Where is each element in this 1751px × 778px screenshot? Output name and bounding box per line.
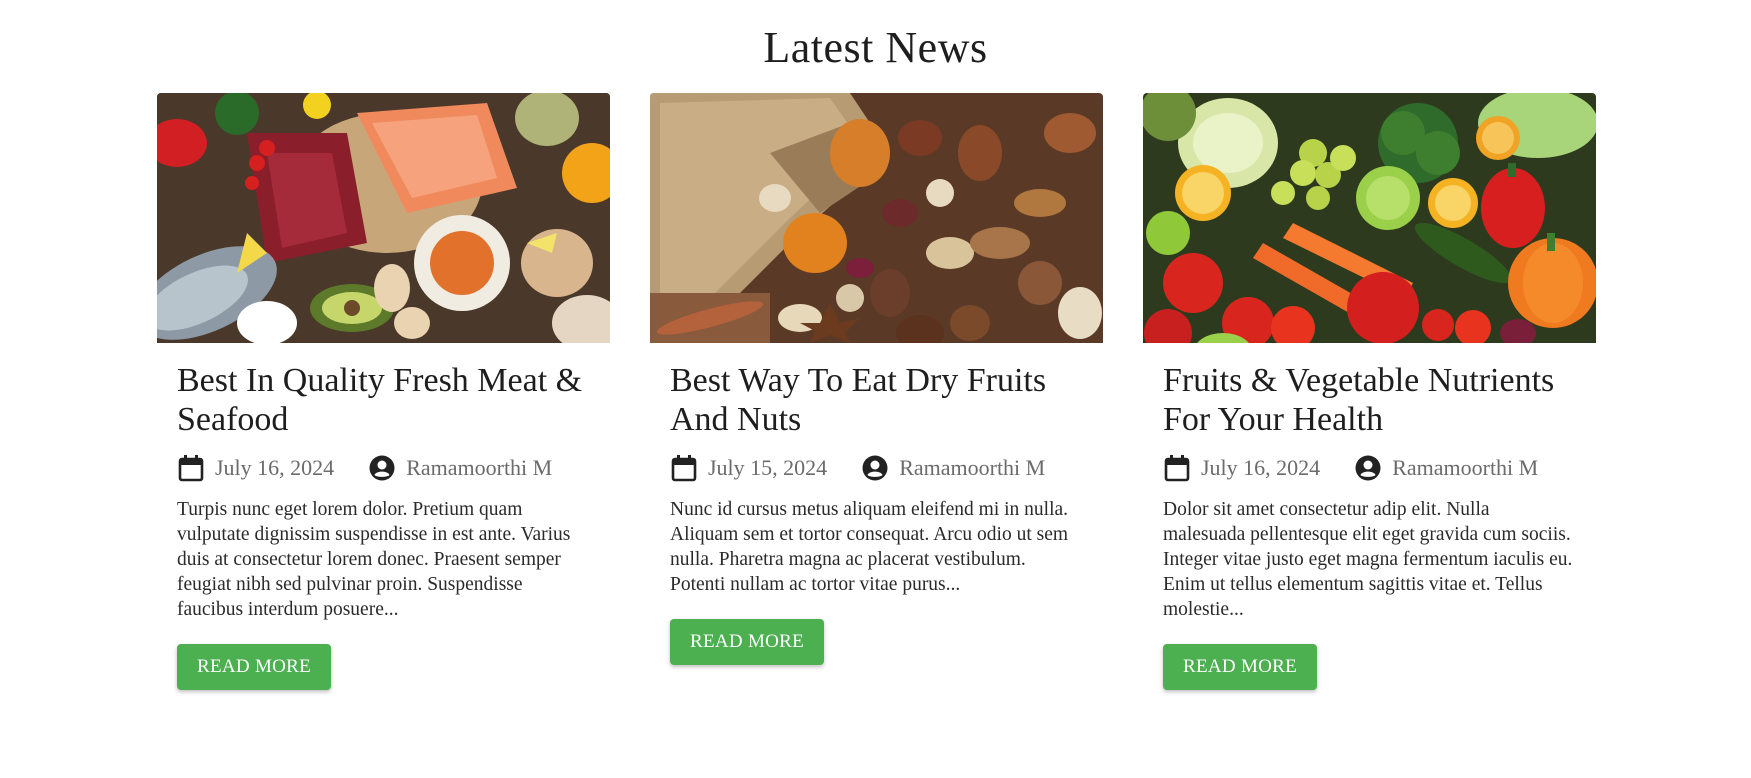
news-card-date: July 16, 2024 xyxy=(1201,455,1321,480)
news-card-title[interactable]: Fruits & Vegetable Nutrients For Your He… xyxy=(1163,361,1576,439)
news-card: Best In Quality Fresh Meat & Seafood Jul… xyxy=(157,93,610,690)
calendar-icon xyxy=(670,454,698,482)
news-card-meta: July 16, 2024 Ramamoorthi M xyxy=(1163,453,1576,483)
dry-fruits-nuts-photo xyxy=(650,93,1103,343)
meat-seafood-photo xyxy=(157,93,610,343)
calendar-icon xyxy=(1163,454,1191,482)
news-card-image[interactable] xyxy=(1143,93,1596,343)
news-card-date: July 16, 2024 xyxy=(215,455,335,480)
news-card: Fruits & Vegetable Nutrients For Your He… xyxy=(1143,93,1596,690)
calendar-icon xyxy=(177,454,205,482)
section-title: Latest News xyxy=(763,23,988,72)
news-card-image[interactable] xyxy=(650,93,1103,343)
news-card-title[interactable]: Best In Quality Fresh Meat & Seafood xyxy=(177,361,590,439)
news-card-date: July 15, 2024 xyxy=(708,455,828,480)
fruits-vegetables-photo xyxy=(1143,93,1596,343)
news-card-title[interactable]: Best Way To Eat Dry Fruits And Nuts xyxy=(670,361,1083,439)
news-card-author[interactable]: Ramamoorthi M xyxy=(899,455,1045,481)
news-card-meta: July 16, 2024 Ramamoorthi M xyxy=(177,453,590,483)
news-card-excerpt: Dolor sit amet consectetur adip elit. Nu… xyxy=(1163,499,1573,620)
news-card-meta: July 15, 2024 Ramamoorthi M xyxy=(670,453,1083,483)
news-card-author[interactable]: Ramamoorthi M xyxy=(406,455,552,481)
news-card-excerpt: Turpis nunc eget lorem dolor. Pretium qu… xyxy=(177,499,571,620)
news-card-image[interactable] xyxy=(157,93,610,343)
news-card-list: Best In Quality Fresh Meat & Seafood Jul… xyxy=(157,93,1597,690)
read-more-button[interactable]: READ MORE xyxy=(670,619,825,665)
read-more-button[interactable]: READ MORE xyxy=(1163,644,1318,690)
read-more-button[interactable]: READ MORE xyxy=(177,644,332,690)
news-card-excerpt: Nunc id cursus metus aliquam eleifend mi… xyxy=(670,499,1069,595)
user-circle-icon xyxy=(1354,454,1382,482)
news-card-author[interactable]: Ramamoorthi M xyxy=(1392,455,1538,481)
user-circle-icon xyxy=(368,454,396,482)
news-card: Best Way To Eat Dry Fruits And Nuts July… xyxy=(650,93,1103,690)
user-circle-icon xyxy=(861,454,889,482)
